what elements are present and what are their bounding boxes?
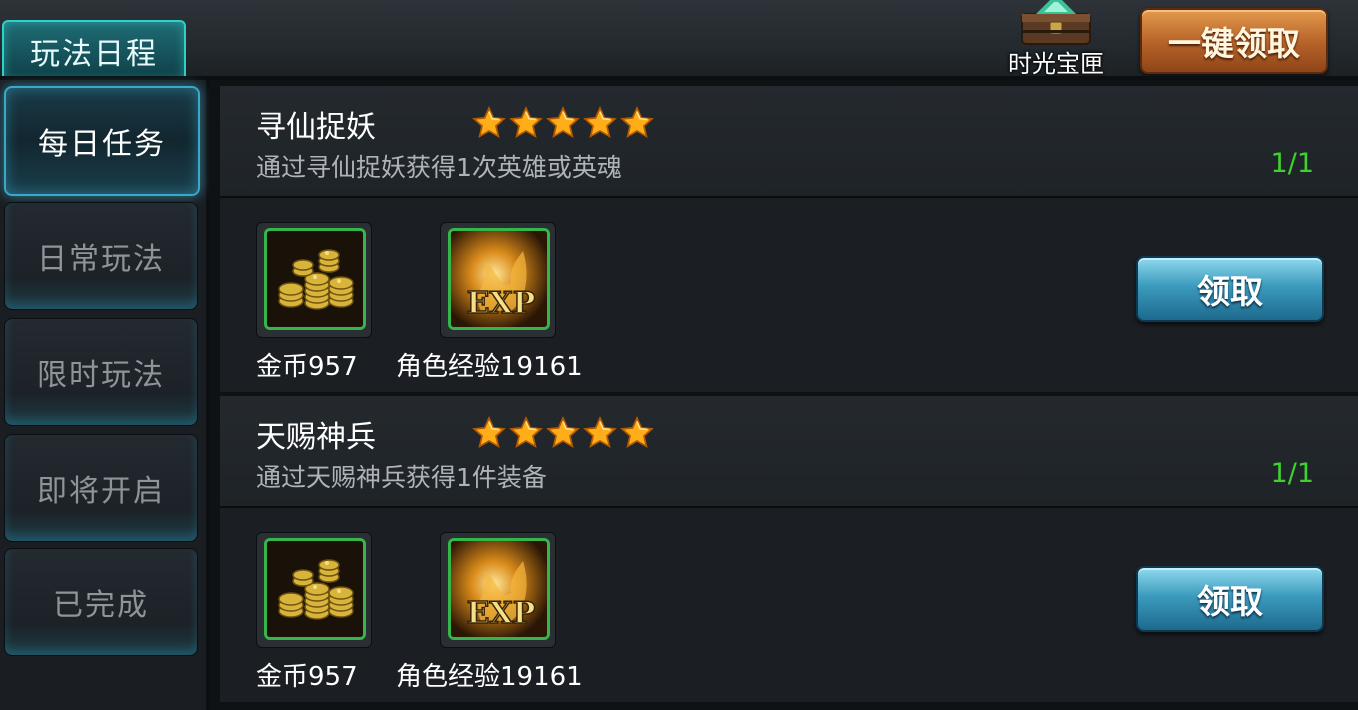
task-header: 寻仙捉妖 通过寻仙捉妖获得1次英雄或英魂 1/1 [220, 86, 1358, 198]
star-icon [583, 106, 617, 139]
task-list: 寻仙捉妖 通过寻仙捉妖获得1次英雄或英魂 1/1 金币957 EXP 角色经验1… [210, 80, 1358, 710]
gold-coins-icon [264, 228, 366, 330]
star-icon [509, 416, 543, 449]
reward-label: 金币957 [256, 352, 358, 382]
star-icon [546, 106, 580, 139]
claim-button[interactable]: 领取 [1136, 256, 1324, 322]
task-title: 寻仙捉妖 [256, 110, 376, 145]
task-progress: 1/1 [1270, 148, 1314, 179]
task-progress: 1/1 [1270, 458, 1314, 489]
star-rating [472, 106, 654, 140]
task-rewards: 金币957 EXP 角色经验19161 领取 [220, 198, 1358, 392]
claim-button[interactable]: 领取 [1136, 566, 1324, 632]
star-icon [583, 416, 617, 449]
chest-label: 时光宝匣 [1008, 50, 1104, 78]
sidebar: 每日任务 日常玩法 限时玩法 即将开启 已完成 [0, 80, 210, 710]
star-icon [509, 106, 543, 139]
exp-icon: EXP [448, 538, 550, 640]
task-rewards: 金币957 EXP 角色经验19161 领取 [220, 508, 1358, 702]
sidebar-item-limited-play[interactable]: 限时玩法 [4, 318, 198, 426]
task-title: 天赐神兵 [256, 420, 376, 455]
star-rating [472, 416, 654, 450]
sidebar-item-completed[interactable]: 已完成 [4, 548, 198, 656]
sidebar-item-routine-play[interactable]: 日常玩法 [4, 202, 198, 310]
task-description: 通过寻仙捉妖获得1次英雄或英魂 [256, 153, 622, 182]
task-header: 天赐神兵 通过天赐神兵获得1件装备 1/1 [220, 396, 1358, 508]
svg-text:EXP: EXP [467, 286, 536, 321]
sidebar-item-coming-soon[interactable]: 即将开启 [4, 434, 198, 542]
reward-item[interactable]: 金币957 [256, 532, 372, 692]
treasure-chest-icon [1021, 0, 1091, 45]
task-card: 天赐神兵 通过天赐神兵获得1件装备 1/1 金币957 EXP 角色经验1916… [220, 396, 1358, 702]
star-icon [620, 416, 654, 449]
task-card: 寻仙捉妖 通过寻仙捉妖获得1次英雄或英魂 1/1 金币957 EXP 角色经验1… [220, 86, 1358, 392]
reward-item[interactable]: EXP 角色经验19161 [396, 222, 583, 382]
reward-item[interactable]: 金币957 [256, 222, 372, 382]
reward-item[interactable]: EXP 角色经验19161 [396, 532, 583, 692]
page-tab-schedule[interactable]: 玩法日程 [2, 20, 186, 80]
task-description: 通过天赐神兵获得1件装备 [256, 463, 547, 492]
star-icon [620, 106, 654, 139]
star-icon [472, 106, 506, 139]
time-chest-button[interactable]: 时光宝匣 [1004, 0, 1108, 78]
sidebar-item-daily-tasks[interactable]: 每日任务 [4, 86, 200, 196]
svg-text:EXP: EXP [467, 596, 536, 631]
exp-icon: EXP [448, 228, 550, 330]
claim-all-button[interactable]: 一键领取 [1140, 8, 1328, 74]
reward-label: 角色经验19161 [396, 662, 583, 692]
star-icon [546, 416, 580, 449]
gold-coins-icon [264, 538, 366, 640]
reward-label: 金币957 [256, 662, 358, 692]
star-icon [472, 416, 506, 449]
reward-label: 角色经验19161 [396, 352, 583, 382]
top-bar: 玩法日程 时光宝匣 一键领取 [0, 0, 1358, 80]
